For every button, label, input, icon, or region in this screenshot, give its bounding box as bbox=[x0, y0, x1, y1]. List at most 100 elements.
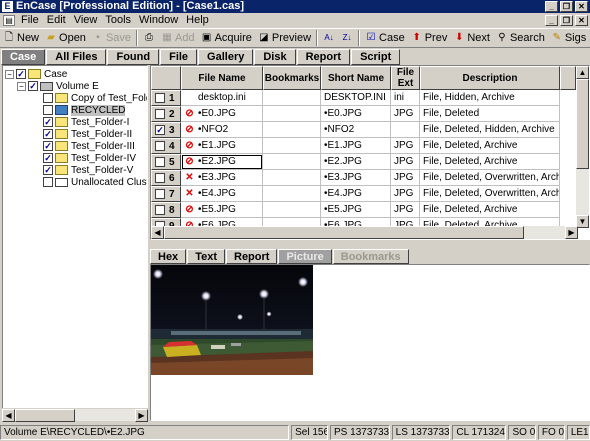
tab-hex[interactable]: Hex bbox=[150, 249, 187, 264]
file-name-cell[interactable]: ✕ •E3.JPG bbox=[181, 170, 263, 186]
file-ext-cell[interactable]: ini bbox=[391, 90, 420, 106]
scroll-up-icon[interactable]: ▲ bbox=[576, 66, 589, 79]
column-header-file-ext[interactable]: File Ext bbox=[391, 66, 420, 90]
short-name-cell[interactable]: •E3.JPG bbox=[321, 170, 391, 186]
row-checkbox[interactable] bbox=[155, 205, 165, 215]
tree-item-case[interactable]: − ✓ Case bbox=[5, 68, 67, 80]
tree-horizontal-scrollbar[interactable]: ◀ ▶ bbox=[2, 408, 148, 422]
tree-checkbox[interactable]: ✓ bbox=[43, 165, 53, 175]
file-ext-cell[interactable]: JPG bbox=[391, 186, 420, 202]
scroll-thumb[interactable] bbox=[164, 226, 524, 239]
tree-checkbox[interactable]: ✓ bbox=[28, 81, 38, 91]
short-name-cell[interactable]: •E1.JPG bbox=[321, 138, 391, 154]
tree-checkbox[interactable] bbox=[43, 177, 53, 187]
tab-picture[interactable]: Picture bbox=[278, 249, 332, 264]
tree-checkbox[interactable] bbox=[43, 105, 53, 115]
tab-bookmarks[interactable]: Bookmarks bbox=[332, 249, 409, 264]
table-row[interactable]: 7 ✕ •E4.JPG •E4.JPG JPG File, Deleted, Overwr… bbox=[151, 186, 560, 202]
add-button[interactable]: ▦ Add bbox=[158, 29, 198, 47]
short-name-cell[interactable]: •E2.JPG bbox=[321, 154, 391, 170]
tab-report[interactable]: Report bbox=[296, 49, 351, 65]
column-header-description[interactable]: Description bbox=[420, 66, 560, 90]
sort-ascending-button[interactable]: A↓ bbox=[320, 29, 338, 47]
tab-script[interactable]: Script bbox=[351, 49, 401, 65]
tree-item-test-folder-i[interactable]: ✓ Test_Folder-I bbox=[43, 116, 129, 128]
short-name-cell[interactable]: •E5.JPG bbox=[321, 202, 391, 218]
table-row[interactable]: 5 ⊘ •E2.JPG •E2.JPG JPG File, Deleted, Archiv… bbox=[151, 154, 560, 170]
next-button[interactable]: ⬇ Next bbox=[450, 29, 493, 47]
row-number-cell[interactable]: 1 bbox=[151, 90, 181, 106]
row-number-cell[interactable]: 7 bbox=[151, 186, 181, 202]
file-ext-cell[interactable]: JPG bbox=[391, 202, 420, 218]
file-name-cell[interactable]: desktop.ini bbox=[181, 90, 263, 106]
tree-checkbox[interactable]: ✓ bbox=[43, 153, 53, 163]
short-name-cell[interactable]: •E0.JPG bbox=[321, 106, 391, 122]
tab-found[interactable]: Found bbox=[107, 49, 160, 65]
row-number-cell[interactable]: 2 bbox=[151, 106, 181, 122]
description-cell[interactable]: File, Deleted, Overwritten, Archive bbox=[420, 170, 560, 186]
short-name-cell[interactable]: DESKTOP.INI bbox=[321, 90, 391, 106]
tree-checkbox[interactable]: ✓ bbox=[16, 69, 26, 79]
row-number-cell[interactable]: 5 bbox=[151, 154, 181, 170]
table-row[interactable]: 2 ⊘ •E0.JPG •E0.JPG JPG File, Deleted bbox=[151, 106, 560, 122]
bookmarks-cell[interactable] bbox=[263, 106, 321, 122]
menu-view[interactable]: View bbox=[70, 13, 102, 28]
tab-all-files[interactable]: All Files bbox=[46, 49, 107, 65]
row-checkbox[interactable] bbox=[155, 157, 165, 167]
file-ext-cell[interactable]: JPG bbox=[391, 138, 420, 154]
table-row[interactable]: 6 ✕ •E3.JPG •E3.JPG JPG File, Deleted, Overwr… bbox=[151, 170, 560, 186]
menu-file[interactable]: File bbox=[17, 13, 43, 28]
sort-descending-button[interactable]: Z↓ bbox=[338, 29, 356, 47]
file-name-cell[interactable]: ✕ •E4.JPG bbox=[181, 186, 263, 202]
preview-button[interactable]: ◪ Preview bbox=[255, 29, 314, 47]
file-name-cell[interactable]: ⊘ •E0.JPG bbox=[181, 106, 263, 122]
row-checkbox[interactable] bbox=[155, 189, 165, 199]
scroll-right-icon[interactable]: ▶ bbox=[565, 226, 578, 239]
file-ext-cell[interactable]: JPG bbox=[391, 154, 420, 170]
collapse-icon[interactable]: − bbox=[17, 81, 26, 91]
tab-text[interactable]: Text bbox=[187, 249, 225, 264]
column-header-extra[interactable] bbox=[560, 66, 576, 90]
encase-app-icon[interactable]: E bbox=[2, 1, 13, 12]
tab-file[interactable]: File bbox=[160, 49, 198, 65]
acquire-button[interactable]: ▣ Acquire bbox=[198, 29, 255, 47]
column-header-file-name[interactable]: File Name bbox=[181, 66, 263, 90]
description-cell[interactable]: File, Deleted, Archive bbox=[420, 154, 560, 170]
column-header-short-name[interactable]: Short Name bbox=[321, 66, 391, 90]
close-button[interactable]: ✕ bbox=[575, 1, 588, 12]
row-checkbox[interactable] bbox=[155, 141, 165, 151]
row-checkbox[interactable]: ✓ bbox=[155, 125, 165, 135]
description-cell[interactable]: File, Deleted, Archive bbox=[420, 138, 560, 154]
scroll-thumb[interactable] bbox=[15, 409, 75, 422]
file-name-cell[interactable]: ⊘ •E2.JPG bbox=[181, 154, 263, 170]
tree-item-recycled[interactable]: RECYCLED bbox=[43, 104, 126, 116]
row-checkbox[interactable] bbox=[155, 109, 165, 119]
scroll-right-icon[interactable]: ▶ bbox=[135, 409, 148, 422]
bookmarks-cell[interactable] bbox=[263, 138, 321, 154]
restore-button[interactable]: ❐ bbox=[560, 1, 573, 12]
prev-button[interactable]: ⬆ Prev bbox=[408, 29, 451, 47]
bookmarks-cell[interactable] bbox=[263, 122, 321, 138]
menu-edit[interactable]: Edit bbox=[43, 13, 70, 28]
collapse-icon[interactable]: − bbox=[5, 69, 14, 79]
description-cell[interactable]: File, Deleted, Archive bbox=[420, 202, 560, 218]
tree-checkbox[interactable]: ✓ bbox=[43, 129, 53, 139]
menu-window[interactable]: Window bbox=[135, 13, 182, 28]
tree-item-test-folder-iv[interactable]: ✓ Test_Folder-IV bbox=[43, 152, 136, 164]
case-button[interactable]: ☑ Case bbox=[362, 29, 408, 47]
bookmarks-cell[interactable] bbox=[263, 170, 321, 186]
search-button[interactable]: ⚲ Search bbox=[493, 29, 548, 47]
row-checkbox[interactable] bbox=[155, 93, 165, 103]
minimize-button[interactable]: _ bbox=[545, 1, 558, 12]
tree-item-copy-of-test-folder[interactable]: Copy of Test_Folder-II bbox=[43, 92, 147, 104]
tree-item-volume-e[interactable]: − ✓ Volume E bbox=[17, 80, 99, 92]
description-cell[interactable]: File, Deleted, Hidden, Archive bbox=[420, 122, 560, 138]
scroll-thumb[interactable] bbox=[576, 79, 589, 169]
doc-restore-button[interactable]: ❐ bbox=[560, 15, 573, 26]
bookmarks-cell[interactable] bbox=[263, 186, 321, 202]
row-number-cell[interactable]: ✓ 3 bbox=[151, 122, 181, 138]
bookmarks-cell[interactable] bbox=[263, 90, 321, 106]
tree-checkbox[interactable] bbox=[43, 93, 53, 103]
table-row[interactable]: 8 ⊘ •E5.JPG •E5.JPG JPG File, Deleted, Archiv… bbox=[151, 202, 560, 218]
file-ext-cell[interactable]: JPG bbox=[391, 170, 420, 186]
